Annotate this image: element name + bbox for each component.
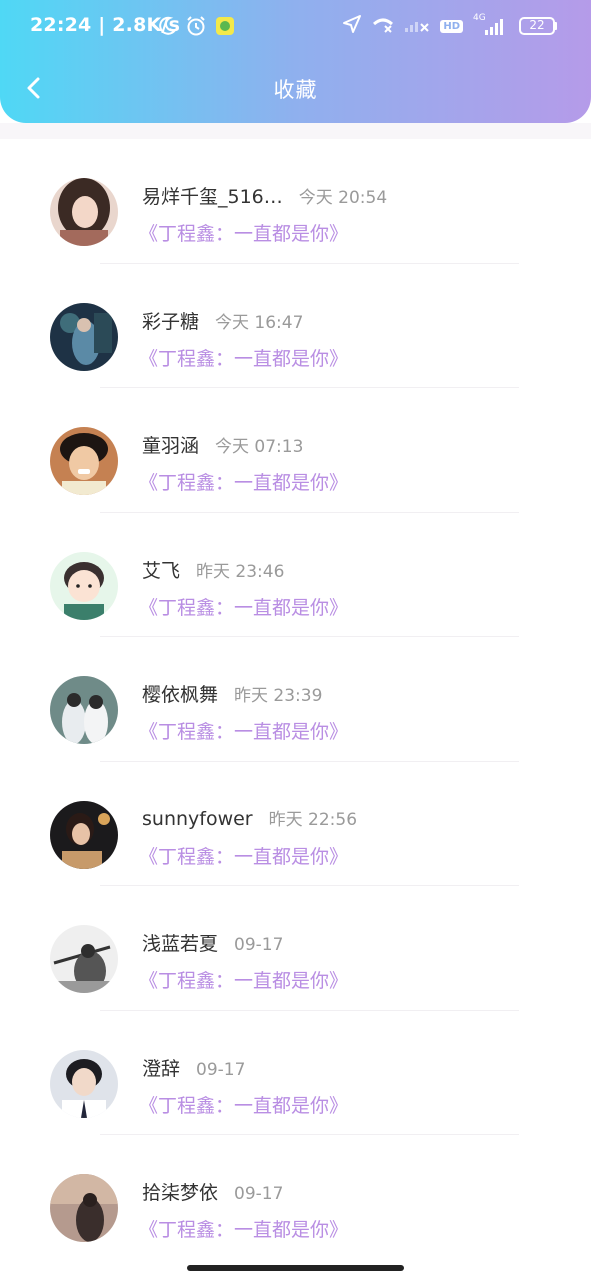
status-right-icons: HD 4G 22 bbox=[342, 13, 557, 38]
favorite-title-link[interactable]: 《丁程鑫：一直都是你》 bbox=[139, 1091, 348, 1118]
user-name: sunnyfower bbox=[142, 807, 253, 830]
favorite-title-link[interactable]: 《丁程鑫：一直都是你》 bbox=[139, 966, 348, 993]
timestamp: 09-17 bbox=[196, 1059, 246, 1080]
user-name: 樱依枫舞 bbox=[142, 684, 219, 706]
hd-icon: HD bbox=[440, 19, 463, 33]
timestamp: 昨天 22:56 bbox=[268, 809, 358, 830]
user-name: 彩子糖 bbox=[142, 310, 200, 333]
avatar[interactable] bbox=[50, 1174, 118, 1242]
list-item[interactable]: sunnyfower 昨天 22:56 《丁程鑫：一直都是你》 bbox=[0, 762, 591, 886]
location-icon bbox=[342, 14, 362, 38]
page-title: 收藏 bbox=[273, 78, 318, 102]
item-header: 拾柒梦依 09-17 bbox=[142, 1178, 283, 1205]
timestamp: 昨天 23:46 bbox=[196, 561, 285, 582]
user-name: 拾柒梦依 bbox=[142, 1182, 219, 1204]
battery-icon: 22 bbox=[519, 17, 557, 35]
timestamp: 09-17 bbox=[234, 1184, 284, 1204]
list-item[interactable]: 彩子糖 今天 16:47 《丁程鑫：一直都是你》 bbox=[0, 264, 591, 388]
moon-icon bbox=[157, 16, 178, 40]
cellular-signal-icon: 4G bbox=[473, 13, 509, 36]
timestamp: 今天 07:13 bbox=[215, 437, 304, 457]
avatar[interactable] bbox=[50, 178, 118, 246]
home-indicator[interactable] bbox=[187, 1265, 404, 1271]
list-item[interactable]: 童羽涵 今天 07:13 《丁程鑫：一直都是你》 bbox=[0, 388, 591, 513]
alarm-icon bbox=[185, 15, 207, 41]
item-header: sunnyfower 昨天 22:56 bbox=[142, 805, 357, 830]
user-name: 艾飞 bbox=[142, 559, 181, 582]
list-item[interactable]: 浅蓝若夏 09-17 《丁程鑫：一直都是你》 bbox=[0, 886, 591, 1011]
timestamp: 09-17 bbox=[234, 935, 284, 955]
item-header: 澄辞 09-17 bbox=[142, 1054, 245, 1081]
favorite-title-link[interactable]: 《丁程鑫：一直都是你》 bbox=[139, 842, 348, 869]
favorite-title-link[interactable]: 《丁程鑫：一直都是你》 bbox=[139, 344, 348, 371]
avatar[interactable] bbox=[50, 676, 118, 744]
favorite-title-link[interactable]: 《丁程鑫：一直都是你》 bbox=[139, 219, 348, 246]
list-item[interactable]: 艾飞 昨天 23:46 《丁程鑫：一直都是你》 bbox=[0, 513, 591, 637]
user-name: 童羽涵 bbox=[142, 435, 200, 457]
user-name: 浅蓝若夏 bbox=[142, 933, 219, 955]
avatar[interactable] bbox=[50, 302, 118, 371]
timestamp: 今天 20:54 bbox=[298, 188, 388, 208]
item-header: 易烊千玺_516… 今天 20:54 bbox=[142, 182, 387, 209]
status-bar: 22:24 | 2.8K/s HD 4G 22 bbox=[0, 0, 591, 54]
avatar[interactable] bbox=[50, 551, 118, 620]
timestamp: 今天 16:47 bbox=[215, 312, 304, 333]
item-header: 浅蓝若夏 09-17 bbox=[142, 929, 283, 956]
favorite-title-link[interactable]: 《丁程鑫：一直都是你》 bbox=[139, 1215, 348, 1242]
battery-level: 22 bbox=[529, 18, 545, 32]
call-off-icon bbox=[372, 14, 394, 38]
list-item[interactable]: 易烊千玺_516… 今天 20:54 《丁程鑫：一直都是你》 bbox=[0, 139, 591, 264]
user-name: 澄辞 bbox=[142, 1057, 181, 1080]
app-header: 22:24 | 2.8K/s HD 4G 22 收藏 bbox=[0, 0, 591, 123]
avatar[interactable] bbox=[50, 1049, 118, 1118]
wifi-signal-off-icon bbox=[404, 15, 430, 37]
status-left-icons bbox=[157, 15, 235, 41]
list-item[interactable]: 澄辞 09-17 《丁程鑫：一直都是你》 bbox=[0, 1011, 591, 1135]
list-item[interactable]: 拾柒梦依 09-17 《丁程鑫：一直都是你》 bbox=[0, 1135, 591, 1260]
favorite-title-link[interactable]: 《丁程鑫：一直都是你》 bbox=[139, 593, 348, 620]
item-header: 艾飞 昨天 23:46 bbox=[142, 556, 284, 583]
avatar[interactable] bbox=[50, 925, 118, 993]
favorite-title-link[interactable]: 《丁程鑫：一直都是你》 bbox=[139, 717, 348, 744]
user-name: 易烊千玺_516… bbox=[142, 186, 283, 208]
app-notification-icon bbox=[215, 16, 235, 40]
avatar[interactable] bbox=[50, 800, 118, 869]
favorite-title-link[interactable]: 《丁程鑫：一直都是你》 bbox=[139, 468, 348, 495]
item-header: 童羽涵 今天 07:13 bbox=[142, 431, 303, 458]
item-header: 彩子糖 今天 16:47 bbox=[142, 307, 303, 334]
header-separator bbox=[0, 123, 591, 139]
list-item[interactable]: 樱依枫舞 昨天 23:39 《丁程鑫：一直都是你》 bbox=[0, 637, 591, 762]
avatar[interactable] bbox=[50, 427, 118, 495]
item-header: 樱依枫舞 昨天 23:39 bbox=[142, 680, 322, 707]
favorites-list: 易烊千玺_516… 今天 20:54 《丁程鑫：一直都是你》 彩子糖 今天 16… bbox=[0, 139, 591, 1260]
timestamp: 昨天 23:39 bbox=[234, 686, 323, 706]
